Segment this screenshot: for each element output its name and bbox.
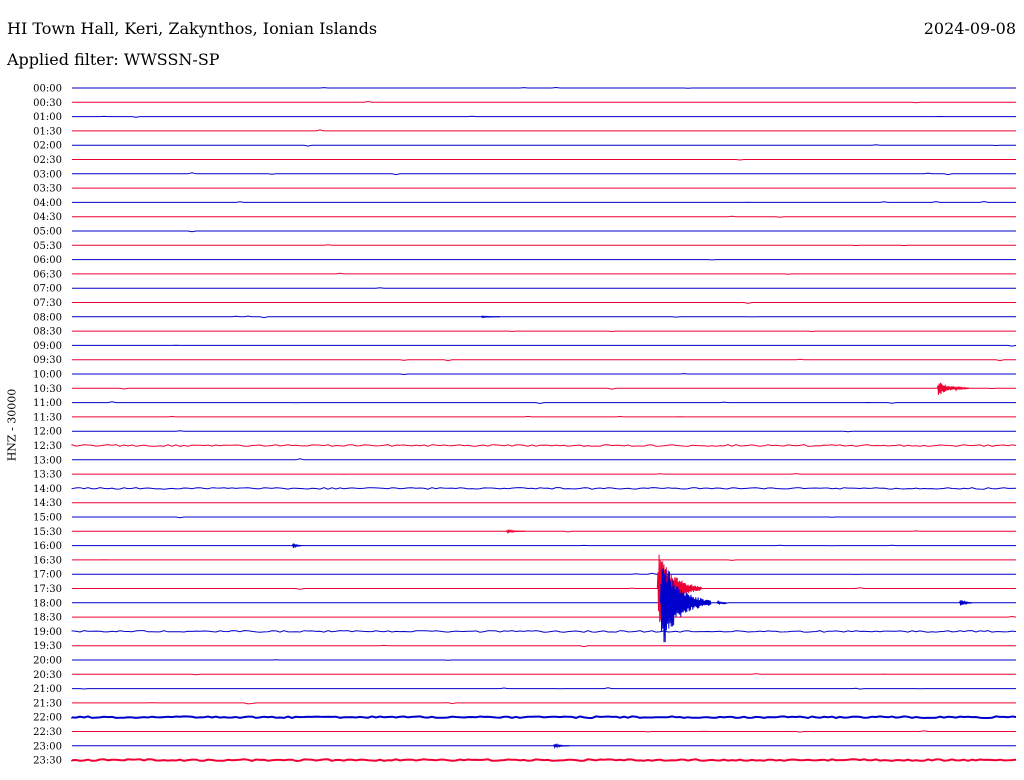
row-time-label: 20:30 — [33, 670, 62, 681]
trace-line — [72, 673, 1016, 676]
trace-line — [72, 215, 1016, 218]
row-time-label: 04:30 — [33, 212, 62, 223]
row-time-label: 14:00 — [33, 484, 62, 495]
trace-line — [71, 487, 1017, 490]
row-time-label: 13:30 — [33, 470, 62, 481]
trace-line — [72, 687, 1016, 690]
row-time-label: 05:30 — [33, 241, 62, 252]
row-time-label: 07:00 — [33, 284, 62, 295]
row-time-label: 10:30 — [33, 384, 62, 395]
row-time-label: 21:00 — [33, 684, 62, 695]
row-time-label: 18:30 — [33, 613, 62, 624]
row-time-label: 23:30 — [33, 756, 62, 767]
trace-line — [72, 244, 1016, 247]
row-time-label: 12:00 — [33, 427, 62, 438]
row-time-label: 12:30 — [33, 441, 62, 452]
trace-line — [72, 172, 1016, 176]
trace-line — [71, 758, 1017, 762]
trace-line — [71, 630, 1017, 633]
row-time-label: 08:00 — [33, 312, 62, 323]
trace-line — [72, 615, 1017, 618]
trace-line — [72, 530, 1016, 533]
trace-line — [72, 587, 1016, 590]
row-time-label: 11:00 — [33, 398, 62, 409]
row-time-label: 22:30 — [33, 727, 62, 738]
row-time-label: 10:00 — [33, 370, 62, 381]
trace-line — [72, 572, 1016, 575]
trace-line — [72, 373, 1016, 376]
row-time-label: 00:30 — [33, 98, 62, 109]
row-time-label: 07:30 — [33, 298, 62, 309]
seismic-event — [480, 315, 500, 319]
row-time-label: 08:30 — [33, 327, 62, 338]
trace-line — [72, 272, 1016, 275]
trace-line — [72, 473, 1016, 475]
row-time-label: 17:30 — [33, 584, 62, 595]
row-time-label: 15:00 — [33, 513, 62, 524]
row-time-label: 21:30 — [33, 698, 62, 709]
trace-line — [72, 659, 1016, 661]
trace-line — [72, 287, 1016, 289]
seismic-event — [936, 382, 970, 395]
trace-line — [72, 702, 1016, 705]
trace-line — [72, 415, 1016, 418]
row-time-label: 17:00 — [33, 570, 62, 581]
row-time-label: 06:00 — [33, 255, 62, 266]
row-time-label: 02:00 — [33, 141, 62, 152]
trace-line — [72, 115, 1016, 118]
row-time-label: 23:00 — [33, 741, 62, 752]
trace-line — [72, 344, 1017, 347]
row-time-label: 11:30 — [33, 412, 62, 423]
row-time-label: 16:30 — [33, 555, 62, 566]
trace-line — [72, 129, 1016, 132]
trace-line — [72, 387, 1016, 390]
row-time-label: 16:00 — [33, 541, 62, 552]
row-time-label: 15:30 — [33, 527, 62, 538]
trace-line — [72, 559, 1016, 561]
trace-line — [72, 200, 1016, 203]
seismic-event — [505, 528, 526, 534]
trace-line — [72, 230, 1016, 233]
helicorder-plot: 00:00 00:30 01:00 01:30 02:00 02:30 03:00 03:30… — [33, 84, 1017, 767]
trace-line — [72, 315, 1016, 319]
row-time-label: 00:00 — [33, 84, 62, 95]
trace-line — [72, 730, 1016, 733]
trace-line — [72, 159, 1016, 161]
row-time-label: 03:00 — [33, 169, 62, 180]
trace-line — [71, 443, 1017, 447]
trace-line — [72, 544, 1016, 547]
trace-line — [72, 100, 1016, 104]
trace-line — [72, 302, 1016, 304]
trace-line — [72, 144, 1016, 147]
row-time-label: 19:30 — [33, 641, 62, 652]
trace-line — [72, 430, 1016, 433]
trace-line — [72, 602, 1016, 605]
trace-line — [72, 401, 1016, 405]
row-time-label: 18:00 — [33, 598, 62, 609]
seismic-event — [291, 542, 302, 549]
trace-line — [72, 516, 1016, 519]
trace-line — [72, 644, 1016, 648]
seismic-event — [958, 599, 973, 606]
row-time-label: 01:00 — [33, 112, 62, 123]
trace-line — [72, 358, 1016, 362]
row-time-label: 06:30 — [33, 269, 62, 280]
seismic-event — [553, 742, 570, 750]
row-time-label: 04:00 — [33, 198, 62, 209]
row-time-label: 13:00 — [33, 455, 62, 466]
row-time-label: 03:30 — [33, 184, 62, 195]
row-time-label: 01:30 — [33, 126, 62, 137]
row-time-label: 02:30 — [33, 155, 62, 166]
trace-line — [71, 715, 1017, 720]
trace-line — [72, 86, 1016, 89]
row-time-label: 20:00 — [33, 656, 62, 667]
row-time-label: 19:00 — [33, 627, 62, 638]
row-time-label: 22:00 — [33, 713, 62, 724]
row-time-label: 09:30 — [33, 355, 62, 366]
row-time-label: 14:30 — [33, 498, 62, 509]
trace-line — [72, 458, 1016, 461]
row-time-label: 09:00 — [33, 341, 62, 352]
row-time-label: 05:00 — [33, 227, 62, 238]
